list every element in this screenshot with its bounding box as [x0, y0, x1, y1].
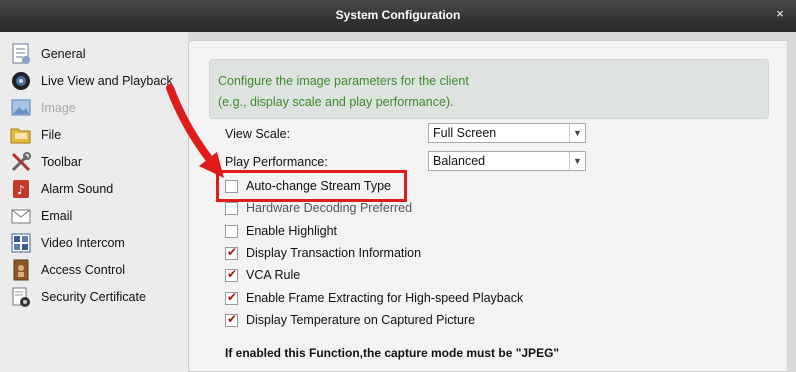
main-content: Configure the image parameters for the c… [188, 32, 796, 372]
checkbox-box[interactable] [225, 267, 238, 282]
sidebar-item-label: Access Control [41, 263, 126, 277]
checkbox-label: Auto-change Stream Type [246, 179, 391, 193]
sidebar-item-label: File [41, 128, 62, 142]
sidebar-item-alarm-sound[interactable]: ♪ Alarm Sound [10, 177, 113, 201]
sidebar: General Live View and Playback Image Fil… [0, 32, 188, 372]
hardware-decoding-checkbox[interactable]: Hardware Decoding Preferred [225, 199, 412, 217]
sidebar-item-access-control[interactable]: Access Control [10, 258, 125, 282]
sidebar-item-video-intercom[interactable]: Video Intercom [10, 231, 125, 255]
sidebar-item-label: Security Certificate [41, 290, 146, 304]
svg-text:♪: ♪ [17, 183, 25, 197]
play-performance-select[interactable]: Balanced ▼ [428, 151, 586, 171]
checkbox-label: Enable Highlight [246, 224, 338, 238]
sidebar-item-label: Email [41, 209, 73, 223]
folder-icon [10, 124, 32, 146]
checkbox-box[interactable] [225, 312, 238, 327]
checkbox-label: Enable Frame Extracting for High-speed P… [246, 291, 524, 305]
sidebar-item-label: Alarm Sound [41, 182, 114, 196]
sidebar-item-live-view[interactable]: Live View and Playback [10, 69, 173, 93]
info-line-1: Configure the image parameters for the c… [218, 74, 469, 88]
checkbox-box[interactable] [225, 290, 238, 305]
jpeg-hint-text: If enabled this Function,the capture mod… [225, 346, 560, 360]
access-control-icon [10, 259, 32, 281]
view-scale-value: Full Screen [433, 126, 497, 140]
intercom-icon [10, 232, 32, 254]
enable-highlight-checkbox[interactable]: Enable Highlight [225, 222, 337, 240]
image-icon [10, 97, 32, 119]
camera-icon [10, 70, 32, 92]
sidebar-item-security-certificate[interactable]: Security Certificate [10, 285, 146, 309]
chevron-down-icon: ▼ [569, 152, 585, 170]
sidebar-item-label: Video Intercom [41, 236, 125, 250]
sidebar-item-label: Toolbar [41, 155, 82, 169]
sidebar-item-label: Live View and Playback [41, 74, 173, 88]
title-bar: System Configuration × [0, 0, 796, 32]
sidebar-item-email[interactable]: Email [10, 204, 72, 228]
info-box: Configure the image parameters for the c… [209, 59, 769, 119]
close-icon[interactable]: × [772, 6, 788, 22]
chevron-down-icon: ▼ [569, 124, 585, 142]
checkbox-box[interactable] [225, 201, 238, 215]
vca-rule-checkbox[interactable]: VCA Rule [225, 266, 300, 284]
display-transaction-checkbox[interactable]: Display Transaction Information [225, 244, 421, 262]
checkbox-label: Display Transaction Information [246, 246, 422, 260]
checkbox-box[interactable] [225, 245, 238, 260]
info-line-2: (e.g., display scale and play performanc… [218, 95, 454, 109]
sidebar-item-label: General [41, 47, 86, 61]
checkbox-box[interactable] [225, 224, 238, 238]
window-title: System Configuration [335, 8, 461, 22]
checkbox-box[interactable] [225, 179, 238, 193]
settings-panel: Configure the image parameters for the c… [188, 40, 788, 372]
checkbox-label: Display Temperature on Captured Picture [246, 313, 476, 327]
certificate-icon [10, 286, 32, 308]
auto-change-stream-checkbox[interactable]: Auto-change Stream Type [225, 177, 391, 195]
play-performance-value: Balanced [433, 154, 486, 168]
email-icon [10, 205, 32, 227]
display-temperature-checkbox[interactable]: Display Temperature on Captured Picture [225, 311, 475, 329]
sidebar-item-general[interactable]: General [10, 42, 85, 66]
sidebar-item-label: Image [41, 101, 76, 115]
tools-icon [10, 151, 32, 173]
checkbox-label: VCA Rule [246, 268, 301, 282]
general-icon [10, 43, 32, 65]
sidebar-item-toolbar[interactable]: Toolbar [10, 150, 82, 174]
sidebar-item-image[interactable]: Image [10, 96, 76, 120]
view-scale-select[interactable]: Full Screen ▼ [428, 123, 586, 143]
checkbox-label: Hardware Decoding Preferred [246, 201, 413, 215]
alarm-sound-icon: ♪ [10, 178, 32, 200]
sidebar-item-file[interactable]: File [10, 123, 61, 147]
frame-extracting-checkbox[interactable]: Enable Frame Extracting for High-speed P… [225, 289, 523, 307]
play-performance-label: Play Performance: [225, 155, 328, 169]
view-scale-label: View Scale: [225, 127, 291, 141]
